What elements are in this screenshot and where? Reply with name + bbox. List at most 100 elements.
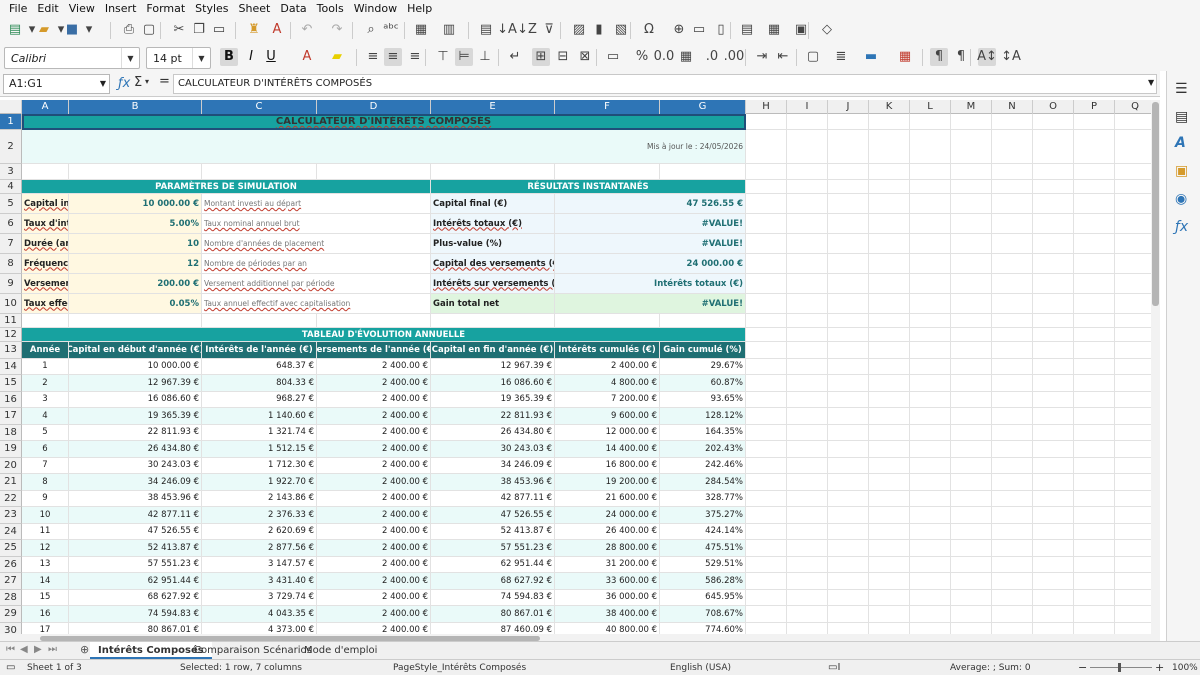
vertical-text-icon[interactable]: A↕ xyxy=(977,48,997,66)
empty-cell[interactable] xyxy=(22,314,69,328)
param-label[interactable]: Durée (anné xyxy=(22,234,69,254)
empty-cell[interactable] xyxy=(746,254,787,274)
table-cell[interactable]: 529.51% xyxy=(660,556,746,573)
empty-cell[interactable] xyxy=(828,408,869,425)
result-label[interactable]: Capital final (€) xyxy=(431,194,555,214)
table-cell[interactable]: 62 951.44 € xyxy=(431,556,555,573)
empty-cell[interactable] xyxy=(746,589,787,606)
empty-cell[interactable] xyxy=(951,474,992,491)
table-cell[interactable]: 2 400.00 € xyxy=(317,622,431,634)
empty-cell[interactable] xyxy=(746,274,787,294)
empty-cell[interactable] xyxy=(828,314,869,328)
pivot-table-icon[interactable]: ▧ xyxy=(612,21,630,39)
empty-cell[interactable] xyxy=(910,294,951,314)
row-header[interactable]: 3 xyxy=(0,164,22,180)
align-right-icon[interactable]: ≡ xyxy=(406,48,424,66)
decrease-indent-icon[interactable]: ⇤ xyxy=(774,48,792,66)
menu-edit[interactable]: Edit xyxy=(32,0,63,17)
sort-descending-icon[interactable]: ↓Z xyxy=(517,21,537,39)
empty-cell[interactable] xyxy=(1115,441,1156,458)
empty-cell[interactable] xyxy=(951,114,992,130)
empty-cell[interactable] xyxy=(787,457,828,474)
param-description[interactable]: Taux annuel effectif avec capitalisation xyxy=(202,294,431,314)
empty-cell[interactable] xyxy=(1074,441,1115,458)
table-cell[interactable]: 29.67% xyxy=(660,358,746,375)
table-cell[interactable]: 2 400.00 € xyxy=(317,358,431,375)
row-header[interactable]: 13 xyxy=(0,342,22,359)
row-header[interactable]: 2 xyxy=(0,130,22,164)
row-header[interactable]: 12 xyxy=(0,328,22,342)
table-cell[interactable]: 52 413.87 € xyxy=(69,540,202,557)
empty-cell[interactable] xyxy=(746,234,787,254)
empty-cell[interactable] xyxy=(746,408,787,425)
empty-cell[interactable] xyxy=(828,606,869,623)
table-cell[interactable]: 645.95% xyxy=(660,589,746,606)
empty-cell[interactable] xyxy=(992,457,1033,474)
empty-cell[interactable] xyxy=(869,606,910,623)
empty-cell[interactable] xyxy=(951,622,992,634)
empty-cell[interactable] xyxy=(869,342,910,359)
param-description[interactable]: Montant investi au départ xyxy=(202,194,431,214)
empty-cell[interactable] xyxy=(1074,540,1115,557)
empty-cell[interactable] xyxy=(828,164,869,180)
empty-cell[interactable] xyxy=(951,490,992,507)
empty-cell[interactable] xyxy=(69,164,202,180)
empty-cell[interactable] xyxy=(910,523,951,540)
empty-cell[interactable] xyxy=(869,358,910,375)
empty-cell[interactable] xyxy=(910,342,951,359)
empty-cell[interactable] xyxy=(1115,457,1156,474)
row-header[interactable]: 22 xyxy=(0,490,22,507)
empty-cell[interactable] xyxy=(869,540,910,557)
empty-cell[interactable] xyxy=(910,490,951,507)
empty-cell[interactable] xyxy=(1074,424,1115,441)
bold-icon[interactable]: B xyxy=(220,48,238,66)
empty-cell[interactable] xyxy=(1115,274,1156,294)
empty-cell[interactable] xyxy=(992,391,1033,408)
empty-cell[interactable] xyxy=(787,314,828,328)
empty-cell[interactable] xyxy=(910,114,951,130)
param-label[interactable]: Versement a xyxy=(22,274,69,294)
row-header[interactable]: 6 xyxy=(0,214,22,234)
sum-icon[interactable]: Σ xyxy=(134,75,142,90)
empty-cell[interactable] xyxy=(1074,180,1115,194)
column-header-p[interactable]: P xyxy=(1074,100,1115,114)
table-cell[interactable]: 1 922.70 € xyxy=(202,474,317,491)
empty-cell[interactable] xyxy=(1115,114,1156,130)
row-header[interactable]: 28 xyxy=(0,589,22,606)
empty-cell[interactable] xyxy=(951,194,992,214)
gallery-icon[interactable]: ▣ xyxy=(1175,163,1188,179)
empty-cell[interactable] xyxy=(992,342,1033,359)
table-cell[interactable]: 2 400.00 € xyxy=(317,540,431,557)
menu-window[interactable]: Window xyxy=(349,0,402,17)
table-cell[interactable]: 1 512.15 € xyxy=(202,441,317,458)
navigator-icon[interactable]: ◉ xyxy=(1175,191,1187,207)
empty-cell[interactable] xyxy=(787,474,828,491)
column-header-m[interactable]: M xyxy=(951,100,992,114)
empty-cell[interactable] xyxy=(1115,490,1156,507)
empty-cell[interactable] xyxy=(828,294,869,314)
table-cell[interactable]: 68 627.92 € xyxy=(431,573,555,590)
empty-cell[interactable] xyxy=(828,114,869,130)
empty-cell[interactable] xyxy=(1074,408,1115,425)
param-label[interactable]: Taux effecti xyxy=(22,294,69,314)
menu-sheet[interactable]: Sheet xyxy=(234,0,276,17)
table-cell[interactable]: 3 xyxy=(22,391,69,408)
table-cell[interactable]: 22 811.93 € xyxy=(431,408,555,425)
empty-cell[interactable] xyxy=(1074,358,1115,375)
empty-cell[interactable] xyxy=(951,164,992,180)
empty-cell[interactable] xyxy=(910,314,951,328)
row-header[interactable]: 11 xyxy=(0,314,22,328)
table-cell[interactable]: 8 xyxy=(22,474,69,491)
empty-cell[interactable] xyxy=(1033,114,1074,130)
hyperlink-icon[interactable]: ⊕ xyxy=(670,21,688,39)
table-cell[interactable]: 26 434.80 € xyxy=(69,441,202,458)
empty-cell[interactable] xyxy=(910,573,951,590)
empty-cell[interactable] xyxy=(746,114,787,130)
table-cell[interactable]: 375.27% xyxy=(660,507,746,524)
currency-icon[interactable]: ▭ xyxy=(604,48,622,66)
empty-cell[interactable] xyxy=(1074,314,1115,328)
empty-cell[interactable] xyxy=(828,180,869,194)
column-header-e[interactable]: E xyxy=(431,100,555,114)
empty-cell[interactable] xyxy=(1115,164,1156,180)
empty-cell[interactable] xyxy=(910,130,951,164)
